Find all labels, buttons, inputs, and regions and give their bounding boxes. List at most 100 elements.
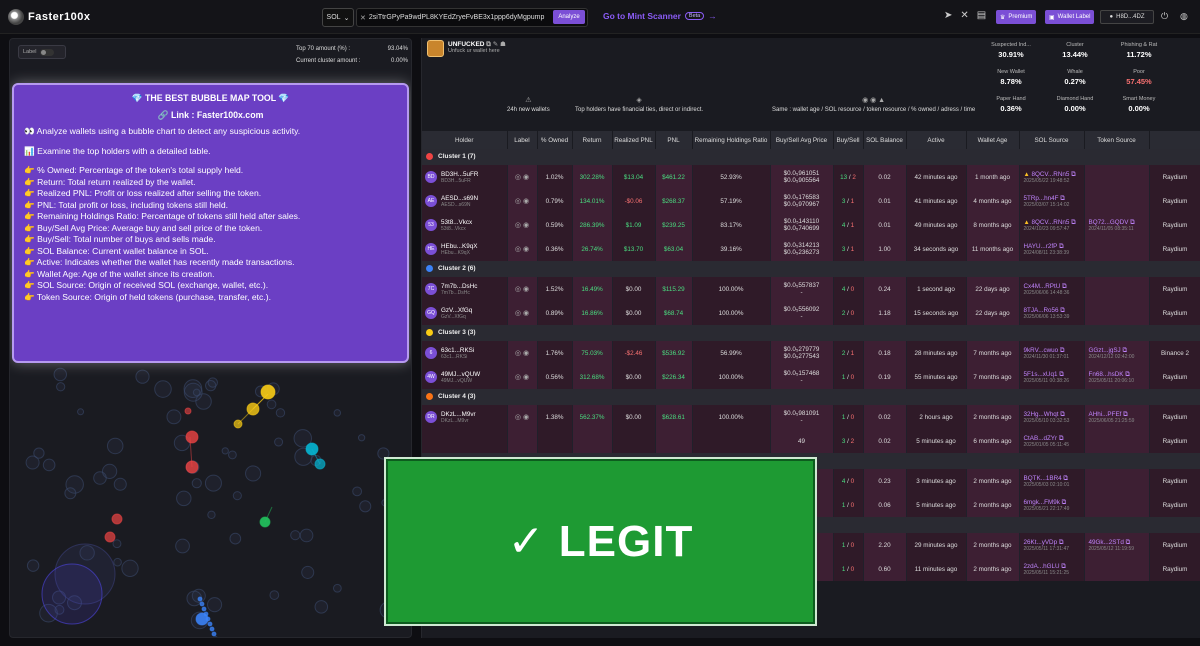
cluster-cell[interactable]: Cluster 1 (7) [422,149,1200,165]
column-header[interactable]: Active [906,131,967,149]
info-link[interactable]: 🔗 Link : Faster100x.com [24,110,397,121]
holder-bubble[interactable] [191,478,202,489]
holder-address[interactable]: 7m7b...DsHc [441,283,477,290]
holder[interactable]: BD BD3H...5uFR BD3H...5uFR [422,171,506,184]
column-header[interactable]: Holder [422,131,508,149]
cluster-row[interactable]: Cluster 2 (6) [422,261,1200,277]
holder-bubble[interactable] [269,590,280,600]
table-row[interactable]: 49 3 / 2 0.02 5 minutes ago 6 months ago CtAB… [422,429,1200,453]
holder-bubble[interactable] [56,382,66,392]
sol-source-link[interactable]: 8TJA...Ro56 ⧉ [1024,307,1084,314]
holder-bubble[interactable] [26,559,40,572]
holder-bubble[interactable] [204,474,222,492]
holder-bubble[interactable] [113,477,127,491]
holder-bubble[interactable] [121,559,139,577]
cluster-bubble[interactable] [246,402,260,416]
holder-bubble[interactable] [275,408,286,418]
column-header[interactable]: PNL [655,131,693,149]
holder-address[interactable]: GzV...XfGq [441,307,472,314]
holder-bubble[interactable] [53,367,67,382]
holder-bubble[interactable] [332,583,342,593]
sol-source-link[interactable]: 6mgk...FM9k ⧉ [1024,499,1084,506]
holder-address[interactable]: 53t8...Vkcx [441,219,472,226]
cluster-bubble[interactable] [185,460,199,474]
app-logo[interactable]: Faster100x [8,9,91,25]
holder-bubble[interactable] [274,437,284,447]
column-header[interactable]: Return [572,131,613,149]
clear-icon[interactable]: ✕ [360,14,366,22]
cluster-cell[interactable]: Cluster 3 (3) [422,325,1200,341]
label-toggle[interactable]: Label [18,45,66,59]
wallet-button[interactable]: ● H8D...4DZ [1100,10,1154,24]
cluster-bubble[interactable] [233,419,243,429]
link-icon[interactable]: ⧉ ✎ ☗ [486,41,506,48]
holder[interactable]: DR DKzL...M9vr DKzL...M9vr [422,411,506,424]
sol-source-link[interactable]: CtAB...dZYr ⧉ [1024,435,1084,442]
table-row[interactable]: 4W 49MJ...vQUW 49MJ...vQUW ◎ ◉ 0.56% 312.68% $… [422,365,1200,389]
holder-bubble[interactable] [207,510,216,519]
holder-bubble[interactable] [221,447,229,455]
holder-bubble[interactable] [106,437,124,455]
cluster-bubble[interactable] [104,531,116,543]
cluster-bubble[interactable] [209,626,215,632]
column-header[interactable]: Wallet Age [966,131,1020,149]
holder-address[interactable]: BD3H...5uFR [441,171,478,178]
table-row[interactable]: GQ GzV...XfGq GzV...XfGq ◎ ◉ 0.89% 16.86% $0.0… [422,301,1200,325]
cluster-bubble[interactable] [314,458,326,470]
holder-bubble[interactable] [352,486,363,497]
table-row[interactable]: 6 63c1...RKSi 63c1...RKSi ◎ ◉ 1.76% 75.03% -$2… [422,341,1200,365]
holder-address[interactable]: AESD...s69N [441,195,478,202]
holder-bubble[interactable] [135,369,150,384]
column-header[interactable]: Realized PNL [612,131,656,149]
sol-source-link[interactable]: 9kRV...cwuo ⧉ [1024,347,1084,354]
x-icon[interactable]: ✕ [960,10,968,21]
holder-bubble[interactable] [245,465,262,482]
token-source-link[interactable]: BQ72...GQDV ⧉ [1089,219,1149,226]
holder[interactable]: 6 63c1...RKSi 63c1...RKSi [422,347,506,360]
holder[interactable]: HE HEbu...K9qX HEbu...K9qX [422,243,506,256]
cluster-cell[interactable]: Cluster 4 (3) [422,389,1200,405]
holder-bubble[interactable] [205,380,217,392]
holder-bubble[interactable] [333,409,342,417]
chain-select[interactable]: SOL ⌄ [322,8,354,27]
cluster-bubble[interactable] [260,384,276,400]
holder-bubble[interactable] [166,409,182,425]
cluster-bubble[interactable] [199,601,205,607]
cluster-bubble[interactable] [305,442,319,456]
holder-bubble[interactable] [77,408,85,416]
premium-button[interactable]: ♛ Premium [996,10,1037,24]
cluster-bubble[interactable] [214,636,218,638]
cluster-cell[interactable]: Cluster 2 (6) [422,261,1200,277]
holder-bubble[interactable] [299,528,314,543]
holder[interactable] [422,435,506,447]
holder-bubble[interactable] [176,490,192,507]
token-source-link[interactable]: Fn68...hsDK ⧉ [1089,371,1149,378]
sol-source-link[interactable]: 2zdA...hGLU ⧉ [1024,563,1084,570]
table-row[interactable]: 53 53t8...Vkcx 53t8...Vkcx ◎ ◉ 0.59% 286.39% $… [422,213,1200,237]
table-row[interactable]: 7C 7m7b...DsHc 7m7b...DsHc ◎ ◉ 1.52% 16.49% $0… [422,277,1200,301]
sol-source-link[interactable]: HAYU...r2fP ⧉ [1024,243,1084,250]
holder-bubble[interactable] [64,487,77,500]
sol-source-link[interactable]: BQTK...1BR4 ⧉ [1024,475,1084,482]
holder-bubble[interactable] [301,565,315,579]
column-header[interactable]: % Owned [537,131,573,149]
cluster-row[interactable]: Cluster 4 (3) [422,389,1200,405]
holder-bubble[interactable] [183,379,203,398]
cluster-bubble[interactable] [184,407,192,415]
cluster-bubble[interactable] [111,513,123,525]
token-source-link[interactable]: GGzt...jgSJ ⧉ [1089,347,1149,354]
holder[interactable]: 4W 49MJ...vQUW 49MJ...vQUW [422,371,506,384]
holder-bubble[interactable] [359,500,372,513]
column-header[interactable]: Token Source [1084,131,1150,149]
holder-bubble[interactable] [42,458,56,472]
table-row[interactable]: BD BD3H...5uFR BD3H...5uFR ◎ ◉ 1.02% 302.28% $… [422,165,1200,189]
sol-source-link[interactable]: 26Kt...yVDp ⧉ [1024,539,1084,546]
column-header[interactable]: SOL Balance [863,131,907,149]
holder-address[interactable]: 49MJ...vQUW [441,371,480,378]
holder-bubble[interactable] [377,447,390,460]
holder-address[interactable]: DKzL...M9vr [441,411,476,418]
analyze-button[interactable]: Analyze [553,10,585,24]
cluster-bubble[interactable] [197,596,203,602]
holder-address[interactable]: HEbu...K9qX [441,243,477,250]
holder[interactable]: 7C 7m7b...DsHc 7m7b...DsHc [422,283,506,296]
